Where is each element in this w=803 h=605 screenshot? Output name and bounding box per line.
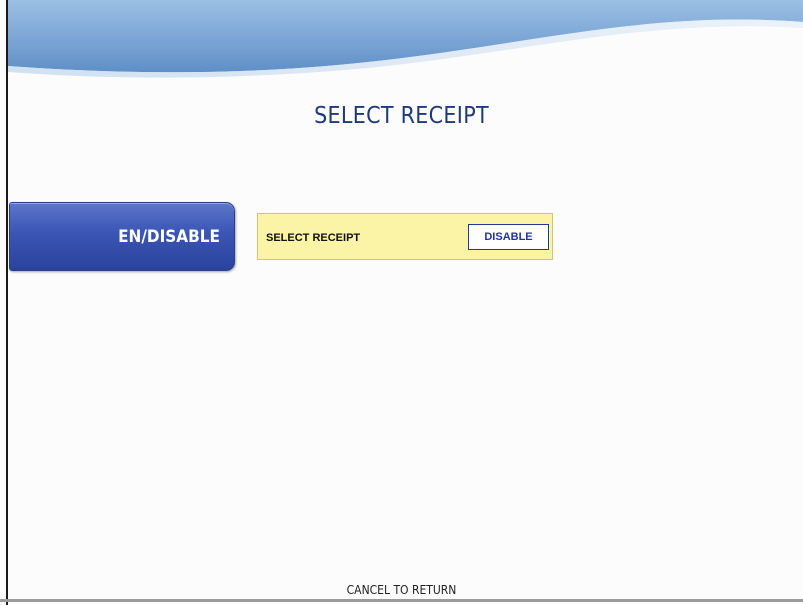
atm-screen: SELECT RECEIPT EN/DISABLE SELECT RECEIPT… bbox=[0, 0, 803, 605]
en-disable-button-label: EN/DISABLE bbox=[118, 227, 220, 247]
page-title: SELECT RECEIPT bbox=[314, 103, 489, 129]
receipt-setting-box: SELECT RECEIPT DISABLE bbox=[257, 213, 553, 260]
screen-bottom-border bbox=[0, 599, 803, 602]
en-disable-button[interactable]: EN/DISABLE bbox=[9, 202, 235, 271]
footer-instruction: CANCEL TO RETURN bbox=[346, 583, 457, 597]
screen-left-border bbox=[6, 0, 8, 605]
header-wave-banner bbox=[8, 0, 803, 78]
receipt-setting-label: SELECT RECEIPT bbox=[266, 232, 361, 244]
receipt-setting-value: DISABLE bbox=[468, 224, 549, 250]
